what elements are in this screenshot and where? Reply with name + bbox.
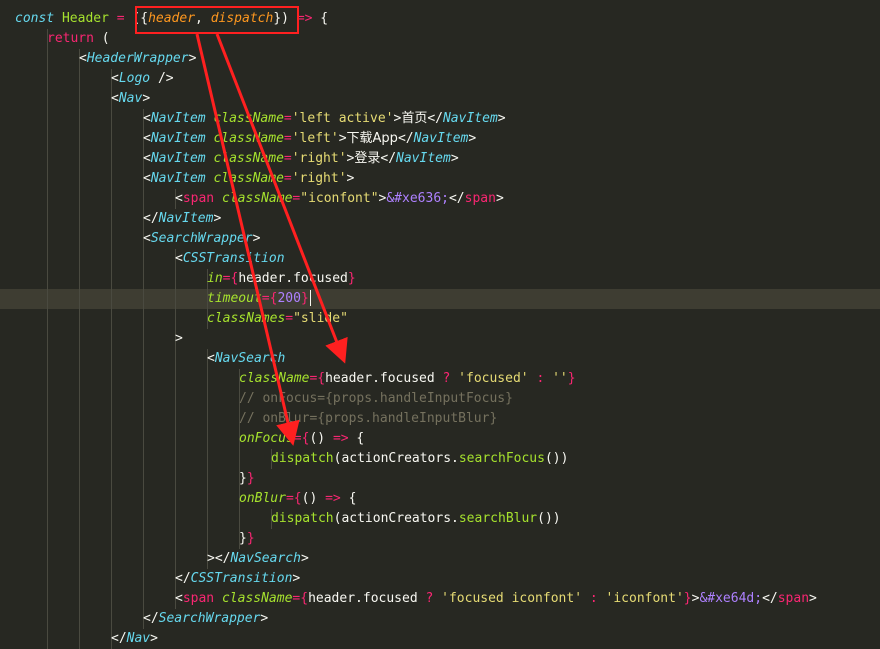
code-line[interactable]: </Nav> (0, 629, 880, 649)
code-token: </ (111, 631, 127, 646)
arrow-to-onfocus (195, 33, 300, 446)
code-token: > (150, 631, 158, 646)
code-token: Nav (126, 631, 151, 646)
indent-guide (47, 629, 48, 649)
code-text: </Nav> (111, 629, 158, 649)
indent-guide (79, 629, 80, 649)
annotation-arrows (195, 33, 348, 446)
